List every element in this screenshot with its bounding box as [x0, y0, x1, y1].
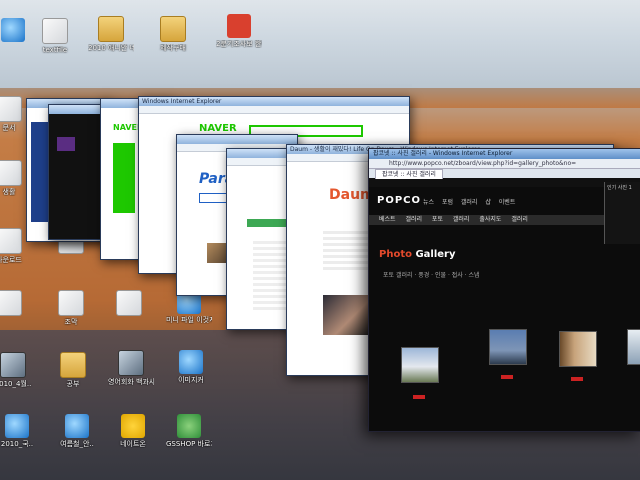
doc-icon-row2-2[interactable] [106, 290, 152, 318]
folder-icon [98, 16, 124, 42]
gsshop-icon[interactable]: GSSHOP 바로가기 [166, 414, 212, 448]
ie-icon-bottom-1[interactable]: 2010_국.. [0, 414, 40, 448]
badge-icon [227, 14, 251, 38]
document-icon [0, 290, 22, 316]
gallery-thumb-1[interactable] [401, 347, 439, 383]
address-bar[interactable]: http://www.popco.net/zboard/view.php?id=… [369, 159, 640, 169]
gallery-thumb-2[interactable] [489, 329, 527, 365]
document-icon [116, 290, 142, 316]
folder-icon [160, 16, 186, 42]
media-icon [118, 350, 144, 376]
tab-popco[interactable]: 팝코넷 :: 사진 갤러리 [375, 169, 443, 179]
document-icon [58, 290, 84, 316]
document-icon [0, 160, 22, 186]
folder-icon-4[interactable]: 공부 [50, 352, 96, 388]
textfile-icon[interactable]: textfile [32, 18, 78, 54]
media-icon [0, 352, 26, 378]
ie-icon [179, 350, 203, 374]
media-icon-left[interactable]: 2010_4월.. [0, 352, 36, 388]
document-icon [42, 18, 68, 44]
folder-icon-1[interactable]: 2010 애니안 네이버 [88, 16, 134, 52]
media-icon-2[interactable]: 영어회화 백과사전 [108, 350, 154, 386]
doc-icon-left-3[interactable] [0, 290, 32, 318]
ie-icon-bottom-2[interactable]: 여름철_안.. [54, 414, 100, 448]
gallery-thumb-3[interactable] [559, 331, 597, 367]
popco-logo[interactable]: POPCO [377, 195, 421, 206]
gallery-thumb-4[interactable] [627, 329, 640, 365]
folder-icon [60, 352, 86, 378]
shortcut-10-icon[interactable]: 2분기조사보 한정판.클립 [216, 14, 262, 48]
document-icon [0, 228, 22, 254]
window-popco[interactable]: 팝코넷 :: 사진 갤러리 - Windows Internet Explore… [368, 148, 640, 432]
ie-icon-topleft[interactable] [0, 18, 36, 44]
ie-icon [1, 18, 25, 42]
window-right-edge[interactable]: 인기 사진 1 [604, 182, 640, 244]
folder-icon-2[interactable]: 제작구매 [150, 16, 196, 52]
ie-icon-row3[interactable]: 이미지커 [168, 350, 214, 384]
popco-subnav[interactable]: 베스트 갤러리 포토 갤러리 출사지도 갤러리 [369, 215, 640, 225]
chat-icon[interactable]: 네이트온 [110, 414, 156, 448]
gsshop-icon-glyph [177, 414, 201, 438]
document-icon [0, 96, 22, 122]
popco-gnb[interactable]: 뉴스 포럼 갤러리 샵 이벤트 [423, 197, 515, 206]
ie-icon [5, 414, 29, 438]
gallery-filter[interactable]: 포토 갤러리 · 풍경 · 인물 · 접사 · 스냅 [383, 271, 480, 280]
daum-thumbnail[interactable] [323, 295, 369, 335]
chat-icon-glyph [121, 414, 145, 438]
page-title: Photo Gallery [379, 249, 456, 260]
doc-icon-row2-1[interactable]: 조막 [48, 290, 94, 326]
ie-icon [65, 414, 89, 438]
